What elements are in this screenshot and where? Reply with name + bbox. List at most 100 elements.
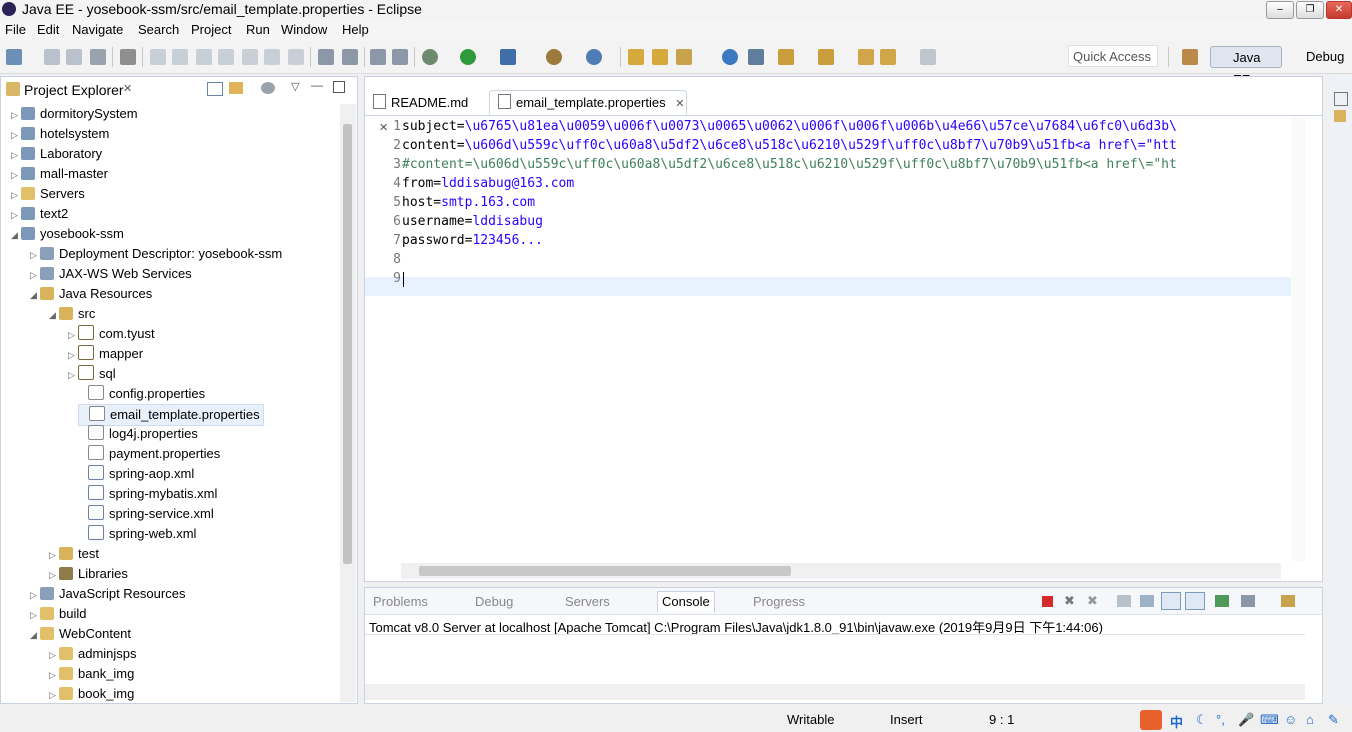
tree-item-email-template-properties[interactable]: email_template.properties	[78, 404, 264, 426]
editor-hscrollbar[interactable]	[401, 563, 1281, 579]
tree-item-java-resources[interactable]: ◢ Java Resources	[30, 284, 152, 304]
terminate-icon[interactable]	[1042, 596, 1053, 607]
tree-item-text2[interactable]: ▷ text2	[11, 204, 68, 224]
run-icon[interactable]	[460, 49, 476, 65]
tree-item-com-tyust[interactable]: ▷ com.tyust	[68, 324, 155, 344]
restore-icon[interactable]	[1334, 92, 1348, 106]
ime-mic-icon[interactable]: 🎤	[1238, 712, 1254, 728]
tree-item-yosebook-ssm[interactable]: ◢ yosebook-ssm	[11, 224, 124, 244]
tree-item-book-img[interactable]: ▷ book_img	[49, 684, 134, 704]
resume-icon[interactable]	[150, 49, 166, 65]
close-view-icon[interactable]: ✕	[123, 82, 132, 95]
tab-problems[interactable]: Problems	[373, 594, 428, 609]
tree-item-hotelsystem[interactable]: ▷ hotelsystem	[11, 124, 109, 144]
ime-logo-icon[interactable]	[1140, 710, 1162, 730]
editor-hscroll-thumb[interactable]	[419, 566, 791, 576]
browser-icon[interactable]	[722, 49, 738, 65]
tree-item-dormitorysystem[interactable]: ▷ dormitorySystem	[11, 104, 138, 124]
step-over-icon[interactable]	[264, 49, 280, 65]
tab-servers[interactable]: Servers	[565, 594, 610, 609]
explorer-scroll-thumb[interactable]	[343, 124, 352, 564]
step-into-icon[interactable]	[242, 49, 258, 65]
run-server-icon[interactable]	[500, 49, 516, 65]
maximize-button[interactable]: ❐	[1296, 1, 1324, 19]
tree-item-javascript-resources[interactable]: ▷ JavaScript Resources	[30, 584, 185, 604]
close-tab-icon[interactable]: ✕	[675, 98, 684, 110]
tree-item-src[interactable]: ◢ src	[49, 304, 95, 324]
last-edit-icon[interactable]	[858, 49, 874, 65]
close-window-button[interactable]: ✕	[1326, 1, 1352, 19]
new-java-class-icon[interactable]	[586, 49, 602, 65]
menu-navigate[interactable]: Navigate	[72, 22, 123, 37]
tree-item-payment-properties[interactable]: payment.properties	[78, 444, 220, 464]
quick-access-input[interactable]: Quick Access	[1068, 45, 1158, 67]
ime-moon-icon[interactable]: ☾	[1196, 712, 1208, 728]
console-output[interactable]	[365, 634, 1305, 685]
ime-punct-icon[interactable]: °,	[1216, 712, 1225, 727]
scroll-lock-icon[interactable]	[1140, 595, 1154, 607]
link-editor-icon[interactable]	[229, 82, 243, 94]
back-icon[interactable]	[880, 49, 896, 65]
explorer-scrollbar[interactable]	[340, 104, 356, 702]
perspective-javaee-button[interactable]: Java EE	[1210, 46, 1282, 87]
ime-shirt-icon[interactable]: ⌂	[1306, 712, 1314, 727]
filter-icon[interactable]	[261, 82, 275, 94]
task-list-icon[interactable]	[1334, 110, 1346, 122]
save-all-icon[interactable]	[66, 49, 82, 65]
debug-icon[interactable]	[422, 49, 438, 65]
new-server-icon[interactable]	[546, 49, 562, 65]
tree-item-adminjsps[interactable]: ▷ adminjsps	[49, 644, 137, 664]
menu-help[interactable]: Help	[342, 22, 369, 37]
menu-file[interactable]: File	[5, 22, 26, 37]
toggle-ant-editor-icon[interactable]	[370, 49, 386, 65]
pin-console-icon[interactable]	[1215, 595, 1229, 607]
display-console-icon[interactable]	[1241, 595, 1255, 607]
menu-run[interactable]: Run	[246, 22, 270, 37]
search-tool-icon[interactable]	[676, 49, 692, 65]
tree-item-jaxws[interactable]: ▷ JAX-WS Web Services	[30, 264, 192, 284]
perspective-debug-button[interactable]: Debug	[1288, 46, 1344, 68]
tree-item-test[interactable]: ▷ test	[49, 544, 99, 564]
ime-user-icon[interactable]: ☺	[1284, 712, 1297, 727]
new-icon[interactable]	[6, 49, 22, 65]
forward-icon[interactable]	[920, 49, 936, 65]
terminate-icon[interactable]	[196, 49, 212, 65]
tree-item-deployment-descriptor[interactable]: ▷ Deployment Descriptor: yosebook-ssm	[30, 244, 282, 264]
ime-mode-icon[interactable]: 中	[1170, 712, 1183, 731]
tab-progress[interactable]: Progress	[753, 594, 805, 609]
remove-launch-icon[interactable]: ✖	[1064, 593, 1075, 609]
open-type-icon[interactable]	[628, 49, 644, 65]
minimize-button[interactable]: –	[1266, 1, 1294, 19]
previous-annotation-icon[interactable]	[818, 49, 834, 65]
tree-item-bank-img[interactable]: ▷ bank_img	[49, 664, 134, 684]
open-perspective-icon[interactable]	[1182, 49, 1198, 65]
tree-item-spring-aop[interactable]: spring-aop.xml	[78, 464, 194, 484]
tree-item-mapper[interactable]: ▷ mapper	[68, 344, 143, 364]
step-return-icon[interactable]	[288, 49, 304, 65]
use-step-filters-icon[interactable]	[318, 49, 334, 65]
collapse-all-icon[interactable]	[207, 82, 223, 96]
tree-item-spring-service[interactable]: spring-service.xml	[78, 504, 214, 524]
console-hscrollbar[interactable]	[365, 684, 1305, 700]
menu-window[interactable]: Window	[281, 22, 327, 37]
menu-search[interactable]: Search	[138, 22, 179, 37]
tree-item-mall-master[interactable]: ▷ mall-master	[11, 164, 108, 184]
tree-item-build[interactable]: ▷ build	[30, 604, 86, 624]
minimize-view-icon[interactable]: —	[311, 78, 323, 92]
remove-all-icon[interactable]: ✖	[1087, 593, 1098, 609]
clear-console-icon[interactable]	[1117, 595, 1131, 607]
menu-edit[interactable]: Edit	[37, 22, 59, 37]
open-console-icon[interactable]	[1281, 595, 1295, 607]
tree-item-servers[interactable]: ▷ Servers	[11, 184, 85, 204]
skip-breakpoints-icon[interactable]	[120, 49, 136, 65]
drop-to-frame-icon[interactable]	[342, 49, 358, 65]
disconnect-icon[interactable]	[218, 49, 234, 65]
next-annotation-icon[interactable]	[778, 49, 794, 65]
open-task-icon[interactable]	[652, 49, 668, 65]
annotation-icon[interactable]	[748, 49, 764, 65]
maximize-view-icon[interactable]	[333, 81, 345, 93]
tree-item-sql[interactable]: ▷ sql	[68, 364, 116, 384]
tree-item-config-properties[interactable]: config.properties	[78, 384, 205, 404]
show-whitespace-icon[interactable]	[392, 49, 408, 65]
save-icon[interactable]	[44, 49, 60, 65]
